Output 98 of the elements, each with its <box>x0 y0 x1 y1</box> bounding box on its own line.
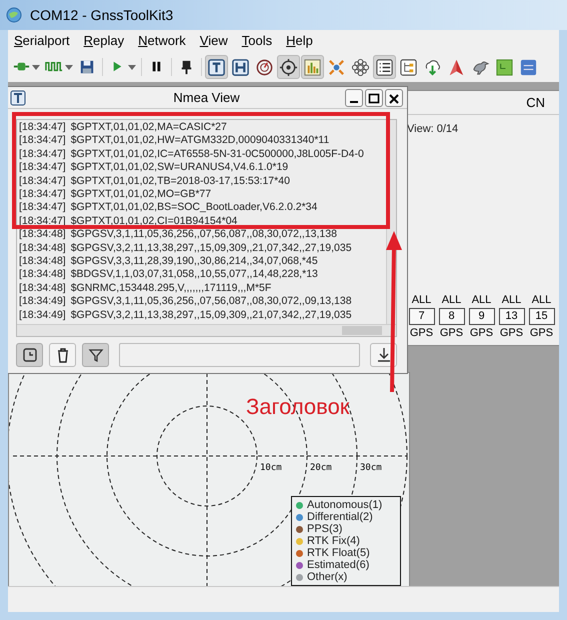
arrowhead-icon <box>447 58 466 76</box>
ring-label: 30cm <box>360 463 382 473</box>
nmea-timestamp: [18:34:47] <box>19 188 66 202</box>
nmea-sentence: $GPTXT,01,01,02,TB=2018-03-17,15:53:17*40 <box>70 174 290 188</box>
nmea-sentence: $BDGSV,1,1,03,07,31,058,,10,55,077,,14,48,228,*13 <box>70 268 318 282</box>
window-title: Nmea View <box>173 88 240 107</box>
signal-filter-label: ALL <box>502 293 522 308</box>
nmea-timestamp: [18:34:47] <box>19 174 66 188</box>
nmea-sentence: $GPTXT,01,01,02,MO=GB*77 <box>70 188 212 202</box>
minimize-button[interactable] <box>345 89 363 107</box>
constellation-label: GPS <box>440 326 464 341</box>
menu-item[interactable]: View <box>200 31 228 51</box>
maximize-icon <box>368 92 380 104</box>
menu-item[interactable]: Replay <box>84 31 124 51</box>
legend-label: RTK Float(5) <box>307 547 370 559</box>
maximize-button[interactable] <box>365 89 383 107</box>
list-icon <box>375 58 394 76</box>
window-icon <box>10 90 26 106</box>
satellite-number: 13 <box>498 308 524 325</box>
gear-icon <box>351 58 370 76</box>
nmea-timestamp: [18:34:49] <box>19 308 66 322</box>
nmea-timestamp: [18:34:47] <box>19 201 66 215</box>
caret-icon <box>128 64 136 70</box>
ring-label: 20cm <box>310 463 332 473</box>
satellite-number: 9 <box>468 308 494 325</box>
nmea-sentence: $GPGSV,3,1,11,05,36,256,,07,56,087,,08,30,072,,13,138 <box>70 228 337 242</box>
ring-label: 10cm <box>260 463 282 473</box>
constellation-label: GPS <box>530 326 554 341</box>
legend-label: Other(x) <box>307 571 348 583</box>
nmea-sentence: $GPTXT,01,01,02,SW=URANUS4,V4.6.1.0*19 <box>70 161 288 175</box>
nmea-sentence: $GPTXT,01,01,02,IC=AT6558-5N-31-0C500000,J8L005F-D4-0 <box>70 148 364 162</box>
panel-icon <box>519 58 538 76</box>
legend-label: RTK Fix(4) <box>307 535 360 547</box>
nmea-sentence: $GPGSV,3,2,11,13,38,297,,15,09,309,,21,07,342,,27,19,035 <box>70 308 352 322</box>
signal-filter-label: ALL <box>472 293 492 308</box>
crosshair-icon <box>279 58 298 76</box>
cloud-download-icon <box>423 58 442 76</box>
nmea-sentence: $GPGSV,3,2,11,13,38,297,,15,09,309,,21,07,342,,27,19,035 <box>70 242 352 256</box>
toolbar-button[interactable] <box>205 55 228 79</box>
legend-label: Differential(2) <box>307 511 373 523</box>
satellite-number: 7 <box>408 308 434 325</box>
tree-icon <box>399 58 418 76</box>
nmea-timestamp: [18:34:48] <box>19 255 66 268</box>
satellite-number: 15 <box>528 308 554 325</box>
nmea-timestamp: [18:34:48] <box>19 268 66 282</box>
constellation-label: GPS <box>500 326 524 341</box>
nmea-timestamp: [18:34:47] <box>19 134 66 148</box>
legend-label: Estimated(6) <box>307 559 370 571</box>
legend-label: PPS(3) <box>307 523 342 535</box>
app-icon <box>6 7 22 23</box>
caret-icon <box>32 64 40 70</box>
nmea-timestamp: [18:34:47] <box>19 214 66 228</box>
nmea-timestamp: [18:34:48] <box>19 228 66 242</box>
nmea-timestamp: [18:34:47] <box>19 121 66 134</box>
nmea-timestamp: [18:34:48] <box>19 282 66 296</box>
satellite-number: 8 <box>438 308 464 325</box>
legend-label: Autonomous(1) <box>307 499 382 511</box>
nmea-sentence: $GPTXT,01,01,02,CI=01B94154*04 <box>70 214 238 228</box>
clock-icon <box>20 346 38 364</box>
toolbar-button[interactable] <box>82 343 109 367</box>
nmea-sentence: $GPTXT,01,01,02,HW=ATGM332D,0009040331340*11 <box>70 134 330 148</box>
square-icon <box>495 58 514 76</box>
nmea-timestamp: [18:34:48] <box>19 242 66 256</box>
signal-filter-label: ALL <box>532 293 552 308</box>
nmea-sentence: $GPGSV,3,3,11,28,39,190,,30,86,214,,34,07,068,*45 <box>70 255 318 268</box>
nmea-timestamp: [18:34:49] <box>19 295 66 309</box>
nmea-sentence: $GPGSV,3,1,11,05,36,256,,07,56,087,,08,30,072,,09,13,138 <box>70 295 352 309</box>
nmea-sentence: $GNRMC,153448.295,V,,,,,,,171119,,,M*5F <box>70 282 272 296</box>
nmea-sentence: $GPTXT,01,01,02,MA=CASIC*27 <box>70 121 227 134</box>
horizontal-scrollbar[interactable] <box>17 324 396 336</box>
constellation-label: GPS <box>410 326 434 341</box>
nmea-timestamp: [18:34:47] <box>19 148 66 162</box>
toolbar-button[interactable] <box>277 55 300 79</box>
letter-t-icon <box>207 58 226 76</box>
minimize-icon <box>348 100 360 102</box>
close-icon <box>388 92 400 104</box>
window-title: COM12 - GnssToolKit3 <box>30 6 174 24</box>
menu-item[interactable]: Tools <box>242 31 272 51</box>
caret-icon <box>65 64 73 70</box>
close-button[interactable] <box>385 89 403 107</box>
constellation-label: GPS <box>470 326 494 341</box>
signal-filter-label: ALL <box>442 293 462 308</box>
filter-field[interactable] <box>119 343 360 367</box>
menu-item[interactable]: Serialport <box>14 31 70 51</box>
satellite-count: View: 0/14 <box>407 122 460 137</box>
bar-chart-icon <box>303 58 322 76</box>
window-title: CN <box>526 94 545 112</box>
nmea-sentence: $GPTXT,01,01,02,BS=SOC_BootLoader,V6.2.0.2*34 <box>70 201 318 215</box>
toolbar-button[interactable] <box>49 343 76 367</box>
toolbar-button[interactable] <box>373 55 396 79</box>
menu-item[interactable]: Network <box>138 31 186 51</box>
nmea-timestamp: [18:34:47] <box>19 161 66 175</box>
dial-icon <box>255 58 274 76</box>
toolbar-button[interactable] <box>16 343 43 367</box>
menu-item[interactable]: Help <box>286 31 313 51</box>
annotation-label: Заголовок <box>246 394 350 420</box>
signal-filter-label: ALL <box>412 293 432 308</box>
letter-h-icon <box>231 58 250 76</box>
